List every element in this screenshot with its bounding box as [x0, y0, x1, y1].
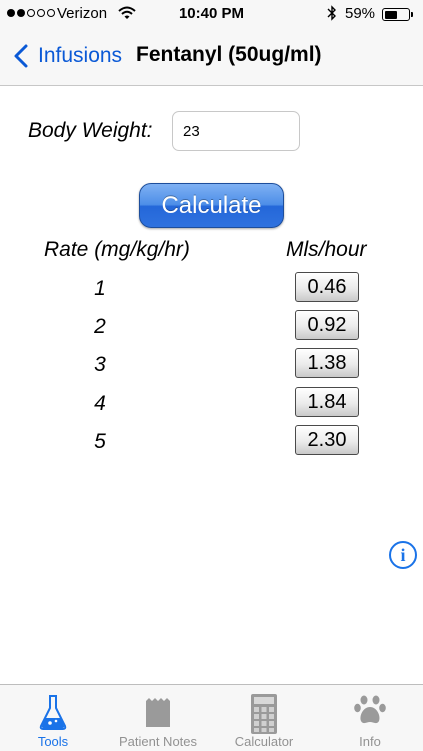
bluetooth-icon [327, 5, 336, 21]
notepad-icon [146, 698, 170, 727]
battery-nub [411, 12, 413, 17]
mls-per-hour-value: 2.30 [295, 425, 359, 455]
rate-value: 1 [94, 277, 106, 300]
battery-percentage: 59% [345, 5, 376, 22]
tab-tools[interactable]: Tools [0, 685, 106, 751]
rate-value: 4 [94, 392, 106, 415]
info-icon[interactable]: i [389, 541, 417, 569]
body-weight-input[interactable] [172, 111, 300, 151]
rate-column-header: Rate (mg/kg/hr) [44, 238, 190, 261]
chevron-left-icon [14, 44, 28, 68]
paw-icon [354, 695, 386, 724]
calculator-icon [251, 694, 277, 734]
mls-per-hour-value: 0.92 [295, 310, 359, 340]
navigation-bar: Infusions Fentanyl (50ug/ml) [0, 28, 423, 86]
battery-icon [382, 8, 410, 21]
mls-per-hour-value: 0.46 [295, 272, 359, 302]
mls-per-hour-value: 1.38 [295, 348, 359, 378]
page-title: Fentanyl (50ug/ml) [136, 43, 322, 66]
tab-label: Tools [37, 734, 69, 749]
body-weight-label: Body Weight: [28, 119, 153, 142]
status-bar: Verizon 10:40 PM 59% [0, 0, 423, 28]
rate-value: 2 [94, 315, 106, 338]
mls-per-hour-value: 1.84 [295, 387, 359, 417]
tab-calculator[interactable]: Calculator [211, 685, 317, 751]
tab-bar: Tools Patient Notes Calculator Info [0, 684, 423, 751]
calculate-button[interactable]: Calculate [139, 183, 284, 228]
tab-label: Patient Notes [118, 734, 198, 749]
tab-info[interactable]: Info [317, 685, 423, 751]
mls-per-hour-column-header: Mls/hour [286, 238, 367, 261]
tab-label: Calculator [234, 734, 294, 749]
back-button-label: Infusions [38, 44, 123, 67]
back-button[interactable]: Infusions [8, 42, 122, 70]
rate-value: 3 [94, 353, 106, 376]
flask-icon [39, 695, 67, 730]
rate-value: 5 [94, 430, 106, 453]
tab-patient-notes[interactable]: Patient Notes [105, 685, 211, 751]
tab-label: Info [359, 734, 381, 749]
